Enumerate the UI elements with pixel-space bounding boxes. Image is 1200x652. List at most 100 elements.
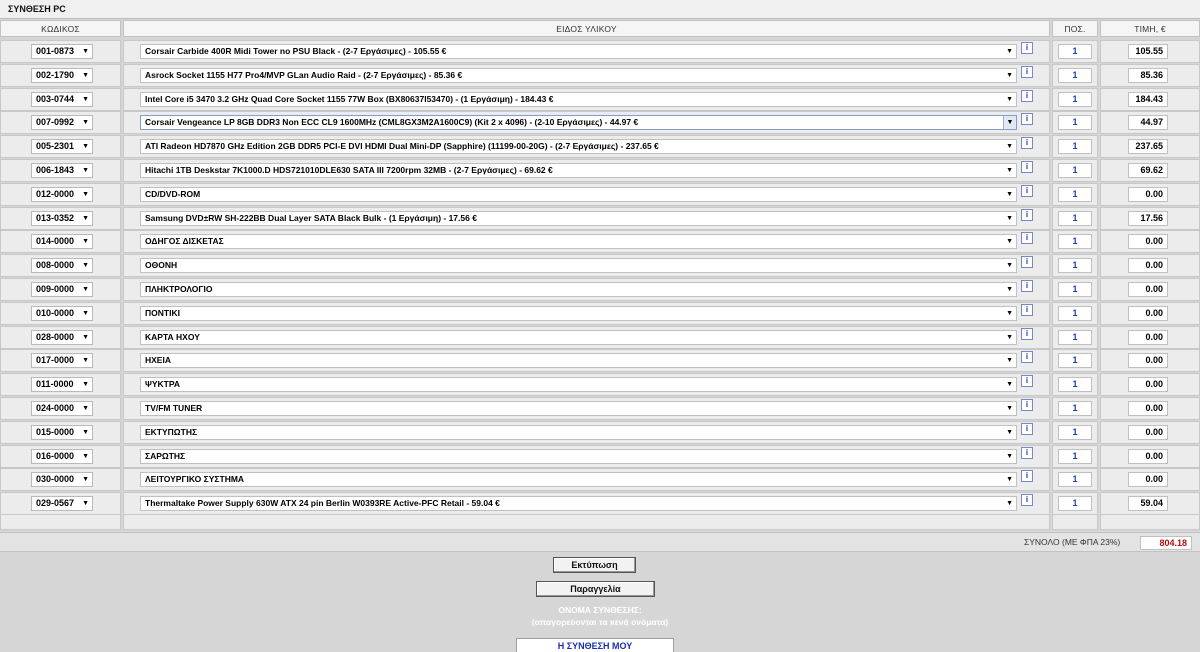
info-icon[interactable]: i — [1021, 351, 1033, 364]
dropdown-arrow-icon: ▼ — [82, 214, 89, 222]
quantity-input[interactable]: 1 — [1058, 496, 1092, 512]
info-icon[interactable]: i — [1021, 89, 1033, 102]
quantity-input[interactable]: 1 — [1058, 401, 1092, 416]
quantity-input[interactable]: 1 — [1058, 424, 1092, 440]
item-select[interactable]: ΛΕΙΤΟΥΡΓΙΚΟ ΣΥΣΤΗΜΑ ▼ — [140, 472, 1017, 488]
code-select[interactable]: 007-0992 ▼ — [31, 115, 93, 131]
item-select[interactable]: ΚΑΡΤΑ ΗΧΟΥ ▼ — [140, 329, 1017, 345]
component-row: 012-0000 ▼ CD/DVD-ROM ▼ i 1 0.00 — [0, 182, 1200, 207]
code-select[interactable]: 013-0352 ▼ — [31, 210, 93, 226]
info-icon[interactable]: i — [1021, 375, 1033, 388]
quantity-input[interactable]: 1 — [1058, 329, 1092, 345]
item-select[interactable]: CD/DVD-ROM ▼ — [140, 186, 1017, 202]
build-name-hint: (απαγορεύονται τα κενά ονόματα) — [531, 617, 669, 627]
code-select[interactable]: 011-0000 ▼ — [31, 377, 93, 393]
quantity-input[interactable]: 1 — [1058, 186, 1092, 202]
info-icon[interactable]: i — [1021, 494, 1033, 507]
quantity-input[interactable]: 1 — [1058, 163, 1092, 178]
item-select[interactable]: Intel Core i5 3470 3.2 GHz Quad Core Soc… — [140, 91, 1017, 107]
item-select[interactable]: Thermaltake Power Supply 630W ATX 24 pin… — [140, 496, 1017, 512]
item-select[interactable]: ΗΧΕΙΑ ▼ — [140, 353, 1017, 369]
code-value: 002-1790 — [36, 69, 75, 80]
code-value: 028-0000 — [36, 331, 75, 342]
item-value: TV/FM TUNER — [145, 403, 203, 413]
info-icon[interactable]: i — [1021, 446, 1033, 459]
quantity-input[interactable]: 1 — [1058, 258, 1092, 274]
code-select[interactable]: 024-0000 ▼ — [31, 401, 93, 416]
quantity-input[interactable]: 1 — [1058, 44, 1092, 59]
info-icon[interactable]: i — [1021, 137, 1033, 150]
item-select[interactable]: ΟΘΟΝΗ ▼ — [140, 258, 1017, 274]
info-icon[interactable]: i — [1021, 399, 1033, 411]
item-select[interactable]: ΠΟΝΤΙΚΙ ▼ — [140, 305, 1017, 321]
info-icon[interactable]: i — [1021, 113, 1033, 126]
quantity-input[interactable]: 1 — [1058, 210, 1092, 226]
item-select[interactable]: Asrock Socket 1155 H77 Pro4/MVP GLan Aud… — [140, 67, 1017, 83]
code-select[interactable]: 006-1843 ▼ — [31, 163, 93, 178]
code-select[interactable]: 001-0873 ▼ — [31, 44, 93, 59]
quantity-input[interactable]: 1 — [1058, 305, 1092, 321]
component-row: 010-0000 ▼ ΠΟΝΤΙΚΙ ▼ i 1 0.00 — [0, 301, 1200, 326]
price-value: 0.00 — [1128, 234, 1168, 250]
quantity-input[interactable]: 1 — [1058, 67, 1092, 83]
build-name-input[interactable]: Η ΣΥΝΘΕΣΗ ΜΟΥ — [516, 638, 674, 652]
dropdown-arrow-icon: ▼ — [82, 381, 89, 389]
quantity-input[interactable]: 1 — [1058, 353, 1092, 369]
dropdown-arrow-icon: ▼ — [1004, 354, 1013, 368]
info-icon[interactable]: i — [1021, 161, 1033, 173]
info-icon[interactable]: i — [1021, 232, 1033, 245]
item-select[interactable]: ΠΛΗΚΤΡΟΛΟΓΙΟ ▼ — [140, 282, 1017, 297]
quantity-input[interactable]: 1 — [1058, 234, 1092, 250]
code-value: 029-0567 — [36, 498, 75, 509]
code-select[interactable]: 030-0000 ▼ — [31, 472, 93, 488]
code-select[interactable]: 010-0000 ▼ — [31, 305, 93, 321]
quantity-input[interactable]: 1 — [1058, 139, 1092, 155]
item-select[interactable]: ΕΚΤΥΠΩΤΗΣ ▼ — [140, 424, 1017, 440]
code-select[interactable]: 008-0000 ▼ — [31, 258, 93, 274]
item-select[interactable]: Corsair Vengeance LP 8GB DDR3 Non ECC CL… — [140, 115, 1017, 131]
code-select[interactable]: 003-0744 ▼ — [31, 91, 93, 107]
code-select[interactable]: 016-0000 ▼ — [31, 448, 93, 464]
price-value: 85.36 — [1128, 67, 1168, 83]
code-select[interactable]: 015-0000 ▼ — [31, 424, 93, 440]
info-icon[interactable]: i — [1021, 184, 1033, 197]
code-select[interactable]: 002-1790 ▼ — [31, 67, 93, 83]
code-select[interactable]: 029-0567 ▼ — [31, 496, 93, 512]
quantity-input[interactable]: 1 — [1058, 472, 1092, 488]
info-icon[interactable]: i — [1021, 208, 1033, 221]
item-select[interactable]: ΨΥΚΤΡΑ ▼ — [140, 377, 1017, 393]
dropdown-arrow-icon: ▼ — [82, 476, 89, 484]
item-select[interactable]: TV/FM TUNER ▼ — [140, 401, 1017, 416]
code-select[interactable]: 009-0000 ▼ — [31, 282, 93, 297]
code-value: 003-0744 — [36, 93, 75, 104]
item-select[interactable]: Samsung DVD±RW SH-222BB Dual Layer SATA … — [140, 210, 1017, 226]
info-icon[interactable]: i — [1021, 327, 1033, 340]
info-icon[interactable]: i — [1021, 256, 1033, 269]
price-value: 0.00 — [1128, 186, 1168, 202]
info-icon[interactable]: i — [1021, 422, 1033, 435]
item-select[interactable]: Corsair Carbide 400R Midi Tower no PSU B… — [140, 44, 1017, 59]
code-select[interactable]: 028-0000 ▼ — [31, 329, 93, 345]
quantity-input[interactable]: 1 — [1058, 448, 1092, 464]
quantity-input[interactable]: 1 — [1058, 115, 1092, 131]
item-select[interactable]: Hitachi 1TB Deskstar 7K1000.D HDS721010D… — [140, 163, 1017, 178]
info-icon[interactable]: i — [1021, 303, 1033, 316]
item-select[interactable]: ATI Radeon HD7870 GHz Edition 2GB DDR5 P… — [140, 139, 1017, 155]
code-select[interactable]: 012-0000 ▼ — [31, 186, 93, 202]
print-button[interactable]: Εκτύπωση — [553, 557, 636, 573]
code-select[interactable]: 014-0000 ▼ — [31, 234, 93, 250]
item-select[interactable]: ΣΑΡΩΤΗΣ ▼ — [140, 448, 1017, 464]
info-icon[interactable]: i — [1021, 42, 1033, 54]
component-row: 005-2301 ▼ ATI Radeon HD7870 GHz Edition 2… — [0, 135, 1200, 159]
quantity-input[interactable]: 1 — [1058, 282, 1092, 297]
info-icon[interactable]: i — [1021, 65, 1033, 78]
info-icon[interactable]: i — [1021, 470, 1033, 483]
item-select[interactable]: ΟΔΗΓΟΣ ΔΙΣΚΕΤΑΣ ▼ — [140, 234, 1017, 250]
code-select[interactable]: 017-0000 ▼ — [31, 353, 93, 369]
quantity-input[interactable]: 1 — [1058, 91, 1092, 107]
quantity-input[interactable]: 1 — [1058, 377, 1092, 393]
code-select[interactable]: 005-2301 ▼ — [31, 139, 93, 155]
component-row: 001-0873 ▼ Corsair Carbide 400R Midi Tower… — [0, 40, 1200, 64]
order-button[interactable]: Παραγγελία — [536, 581, 655, 597]
info-icon[interactable]: i — [1021, 280, 1033, 292]
